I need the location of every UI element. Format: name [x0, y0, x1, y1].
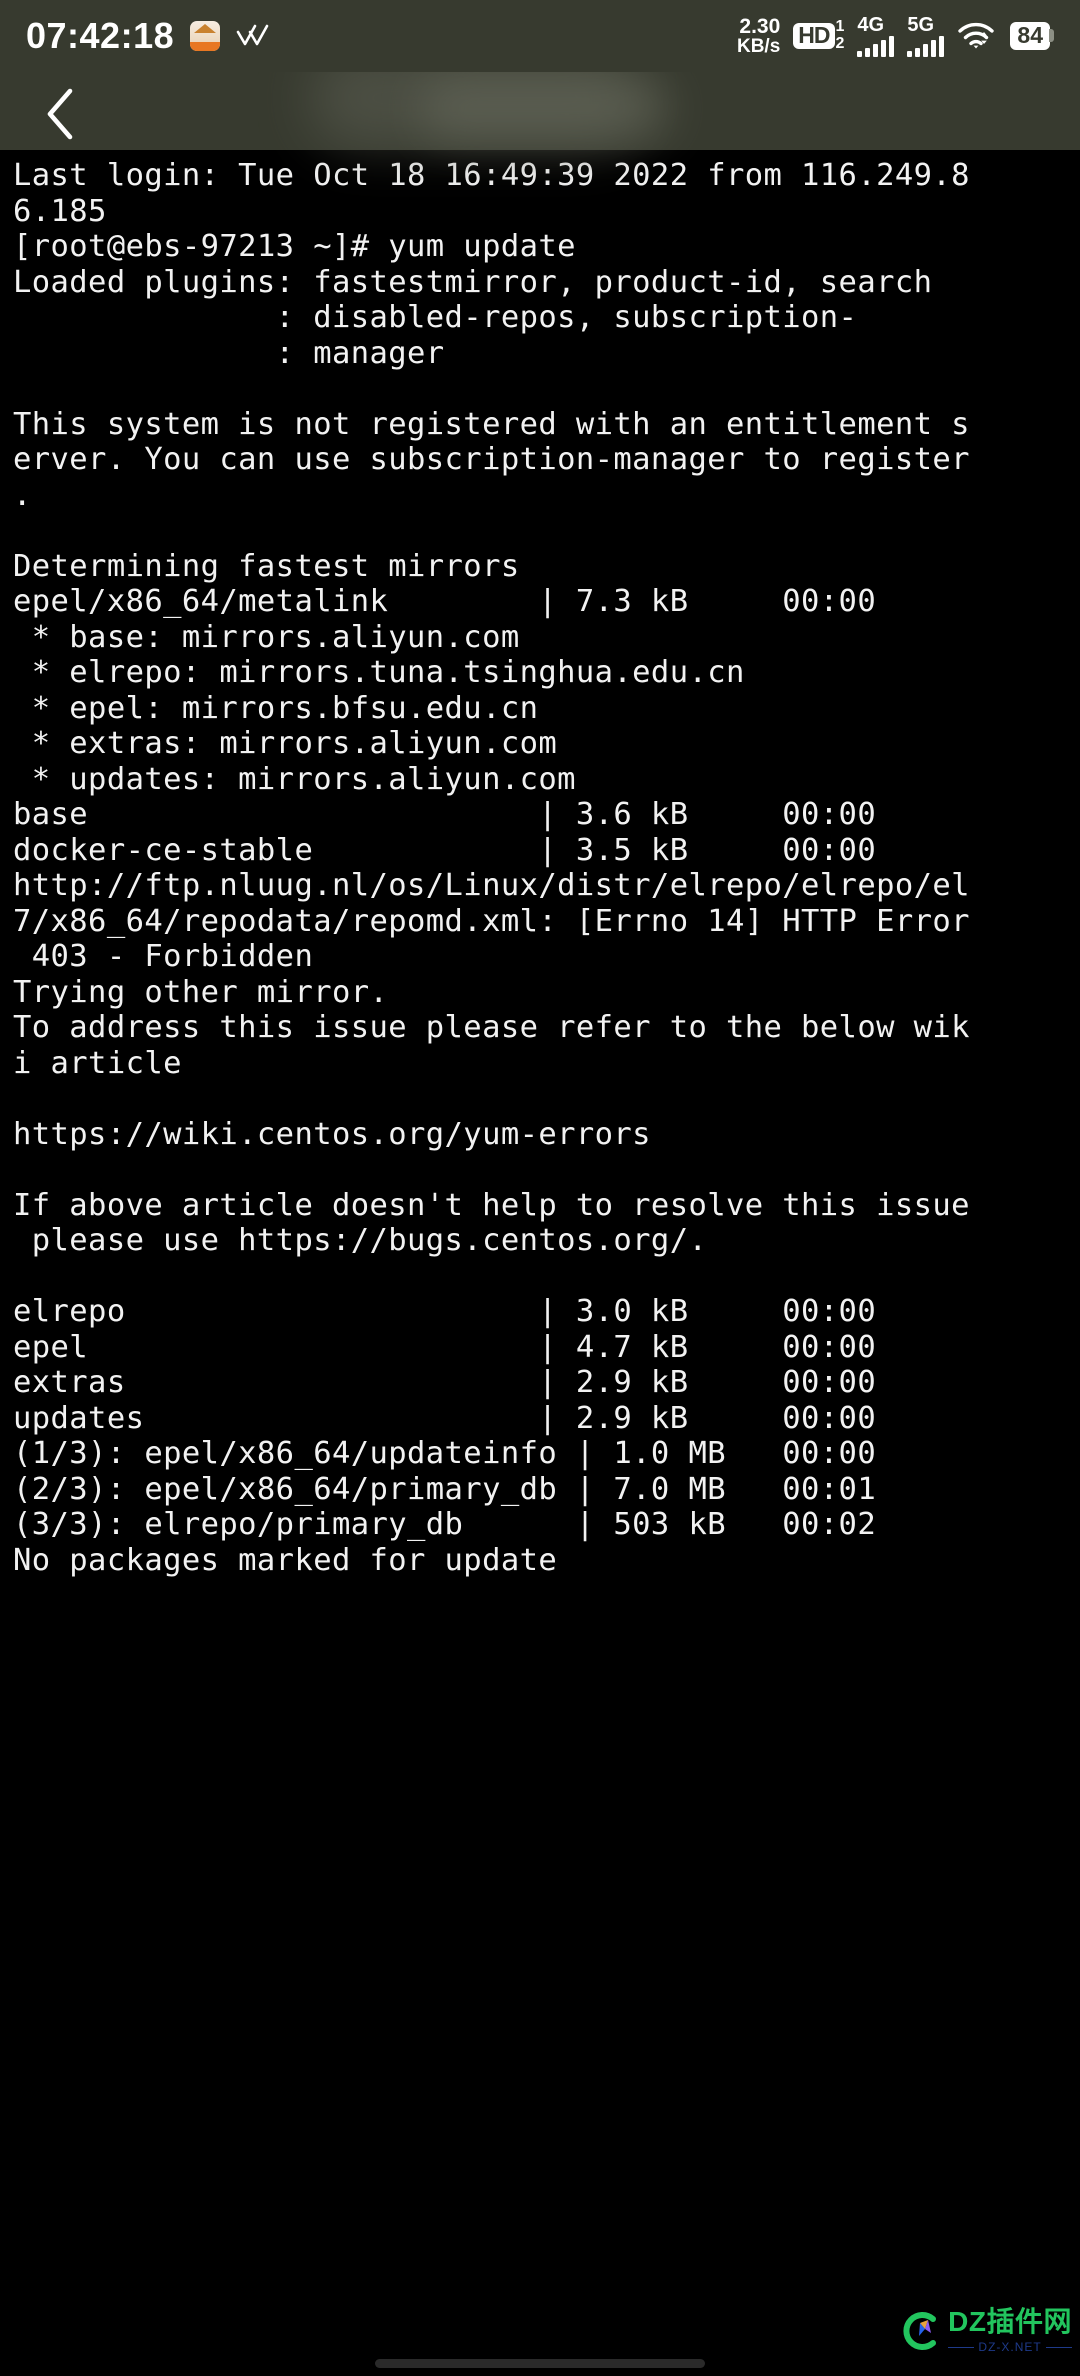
back-button[interactable]: [30, 84, 90, 144]
terminal-line: * base: mirrors.aliyun.com: [13, 619, 520, 655]
battery-icon: 84: [1010, 21, 1054, 51]
phone-screen: 07:42:18 2.30 KB/s HD 1 2 4G 5G 84 Last …: [0, 0, 1080, 2376]
terminal-line: (3/3): elrepo/primary_db | 503 kB 00:02: [13, 1507, 877, 1542]
back-chevron-icon: [43, 87, 77, 141]
terminal-line: : manager: [13, 335, 445, 371]
terminal-line: erver. You can use subscription-manager …: [13, 442, 970, 477]
terminal-line: epel | 4.7 kB 00:00: [13, 1329, 877, 1365]
terminal-line: This system is not registered with an en…: [13, 406, 970, 442]
app-notification-icon: [190, 21, 221, 51]
hd-volte-icon: HD 1 2: [793, 18, 845, 53]
blurred-title-redaction-inner: [420, 78, 670, 138]
hd-badge-label: HD: [793, 23, 835, 49]
terminal-line: If above article doesn't help to resolve…: [13, 1187, 970, 1223]
wifi-icon: [957, 21, 995, 51]
battery-tip: [1049, 29, 1054, 43]
sim1-network-label: 4G: [857, 14, 885, 36]
hd-sim-1: 1: [835, 18, 845, 36]
terminal-line: (2/3): epel/x86_64/primary_db | 7.0 MB 0…: [13, 1471, 877, 1507]
terminal-line: * updates: mirrors.aliyun.com: [13, 761, 576, 797]
signal-sim1-icon: 4G: [857, 14, 895, 57]
hd-sim-numbers: 1 2: [835, 18, 845, 53]
hd-sim-2: 2: [835, 35, 845, 52]
terminal-line: No packages marked for update: [13, 1542, 558, 1578]
terminal-line: docker-ce-stable | 3.5 kB 00:00: [13, 832, 877, 868]
network-speed-unit: KB/s: [736, 36, 781, 57]
status-bar-left: 07:42:18: [26, 15, 270, 57]
terminal-line: Determining fastest mirrors: [13, 548, 520, 584]
terminal-line: updates | 2.9 kB 00:00: [13, 1400, 877, 1436]
terminal-line: To address this issue please refer to th…: [13, 1010, 970, 1045]
terminal-line: * extras: mirrors.aliyun.com: [13, 726, 558, 761]
status-bar: 07:42:18 2.30 KB/s HD 1 2 4G 5G 84: [0, 0, 1080, 72]
terminal-line: 7/x86_64/repodata/repomd.xml: [Errno 14]…: [13, 903, 970, 939]
double-check-icon: [236, 23, 270, 49]
terminal-line: Loaded plugins: fastestmirror, product-i…: [13, 264, 933, 300]
terminal-line: (1/3): epel/x86_64/updateinfo | 1.0 MB 0…: [13, 1436, 877, 1471]
terminal-line: i article: [13, 1045, 182, 1081]
sim2-signal-bars: [907, 36, 945, 57]
terminal-line: Last login: Tue Oct 18 16:49:39 2022 fro…: [13, 158, 970, 193]
terminal-line: please use https://bugs.centos.org/.: [13, 1223, 708, 1258]
terminal-line: 6.185: [13, 193, 107, 229]
network-speed-indicator: 2.30 KB/s: [737, 16, 780, 56]
terminal-line: * epel: mirrors.bfsu.edu.cn: [13, 690, 539, 726]
terminal-output[interactable]: Last login: Tue Oct 18 16:49:39 2022 fro…: [0, 150, 1080, 2376]
app-header: [0, 50, 1080, 150]
status-bar-right: 2.30 KB/s HD 1 2 4G 5G 84: [737, 15, 1054, 57]
sim2-network-label: 5G: [907, 14, 935, 36]
home-indicator[interactable]: [375, 2359, 705, 2368]
terminal-line: extras | 2.9 kB 00:00: [13, 1365, 877, 1400]
terminal-line: : disabled-repos, subscription-: [13, 300, 858, 335]
signal-sim2-icon: 5G: [907, 14, 945, 57]
status-bar-clock: 07:42:18: [26, 15, 175, 56]
terminal-line: .: [13, 477, 32, 513]
terminal-line: epel/x86_64/metalink | 7.3 kB 00:00: [13, 584, 877, 619]
terminal-line: base | 3.6 kB 00:00: [13, 797, 877, 832]
terminal-line: https://wiki.centos.org/yum-errors: [13, 1116, 651, 1152]
terminal-line: [root@ebs-97213 ~]# yum update: [13, 229, 576, 264]
network-speed-value: 2.30: [739, 15, 781, 38]
terminal-line: http://ftp.nluug.nl/os/Linux/distr/elrep…: [13, 868, 970, 903]
battery-level-label: 84: [1010, 21, 1050, 51]
terminal-line: Trying other mirror.: [13, 974, 389, 1010]
terminal-line: 403 - Forbidden: [13, 939, 314, 974]
terminal-line: elrepo | 3.0 kB 00:00: [13, 1294, 877, 1329]
terminal-line: * elrepo: mirrors.tuna.tsinghua.edu.cn: [13, 655, 745, 690]
sim1-signal-bars: [857, 36, 895, 57]
